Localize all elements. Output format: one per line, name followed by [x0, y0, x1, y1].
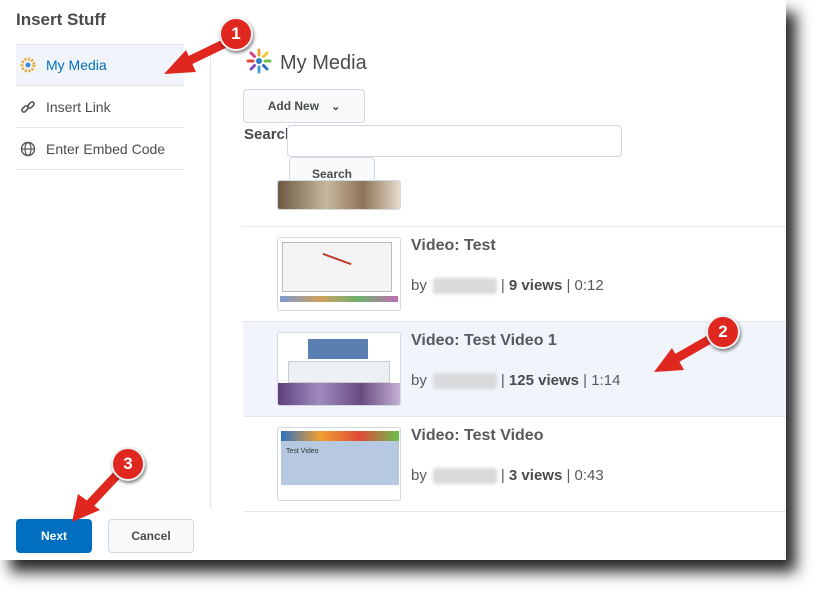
video-title[interactable]: Video: Test	[411, 237, 496, 255]
annotation-arrow-3	[72, 471, 121, 522]
step-badge-1: 1	[219, 17, 253, 51]
duration: 0:12	[574, 277, 604, 294]
separator: |	[562, 277, 575, 294]
video-thumbnail	[277, 180, 401, 210]
search-input[interactable]	[287, 125, 622, 157]
sidebar-item-label: Insert Link	[46, 98, 111, 115]
insert-stuff-dialog: Insert Stuff My Media Insert Link Enter …	[0, 0, 786, 560]
separator: |	[500, 467, 509, 484]
views-count: 125 views	[508, 372, 579, 389]
sidebar-item-embed-code[interactable]: Enter Embed Code	[16, 128, 184, 170]
globe-icon	[20, 141, 36, 157]
by-label: by	[411, 467, 427, 484]
sidebar-item-my-media[interactable]: My Media	[16, 44, 184, 86]
separator: |	[578, 372, 592, 389]
duration: 1:14	[591, 372, 621, 389]
divider	[210, 44, 211, 508]
sidebar: My Media Insert Link Enter Embed Code	[16, 44, 184, 170]
sidebar-item-insert-link[interactable]: Insert Link	[16, 86, 184, 128]
views-count: 3 views	[508, 467, 563, 484]
owner-name-redacted	[432, 467, 497, 484]
owner-name-redacted	[432, 277, 497, 294]
my-media-header: My Media	[246, 48, 367, 79]
video-meta: by | 125 views | 1:14	[411, 372, 620, 389]
video-title[interactable]: Video: Test Video	[411, 427, 543, 445]
views-count: 9 views	[508, 277, 563, 294]
separator: |	[500, 372, 509, 389]
dialog-title: Insert Stuff	[16, 10, 106, 29]
my-media-logo-icon	[246, 48, 272, 79]
chevron-down-icon: ⌄	[331, 100, 341, 113]
by-label: by	[411, 277, 427, 294]
duration: 0:43	[574, 467, 604, 484]
step-badge-3: 3	[111, 447, 145, 481]
owner-name-redacted	[432, 372, 497, 389]
link-icon	[20, 99, 36, 115]
sidebar-item-label: My Media	[46, 57, 107, 73]
video-thumbnail	[277, 332, 401, 406]
video-meta: by | 3 views | 0:43	[411, 467, 604, 484]
separator: |	[562, 467, 575, 484]
separator: |	[500, 277, 509, 294]
add-new-button[interactable]: Add New ⌄	[243, 89, 365, 123]
video-title[interactable]: Video: Test Video 1	[411, 332, 557, 350]
page-title: My Media	[280, 52, 367, 74]
sidebar-item-label: Enter Embed Code	[46, 140, 166, 157]
step-badge-2: 2	[706, 315, 740, 349]
my-media-logo-icon	[20, 57, 36, 73]
list-item[interactable]	[243, 180, 786, 227]
list-item[interactable]: Video: Test by | 9 views | 0:12	[243, 227, 786, 322]
video-thumbnail	[277, 237, 401, 311]
add-new-label: Add New	[267, 99, 320, 113]
list-item[interactable]: Test Video Video: Test Video by | 3 view…	[243, 417, 786, 512]
video-meta: by | 9 views | 0:12	[411, 277, 604, 294]
video-thumbnail: Test Video	[277, 427, 401, 501]
by-label: by	[411, 372, 427, 389]
